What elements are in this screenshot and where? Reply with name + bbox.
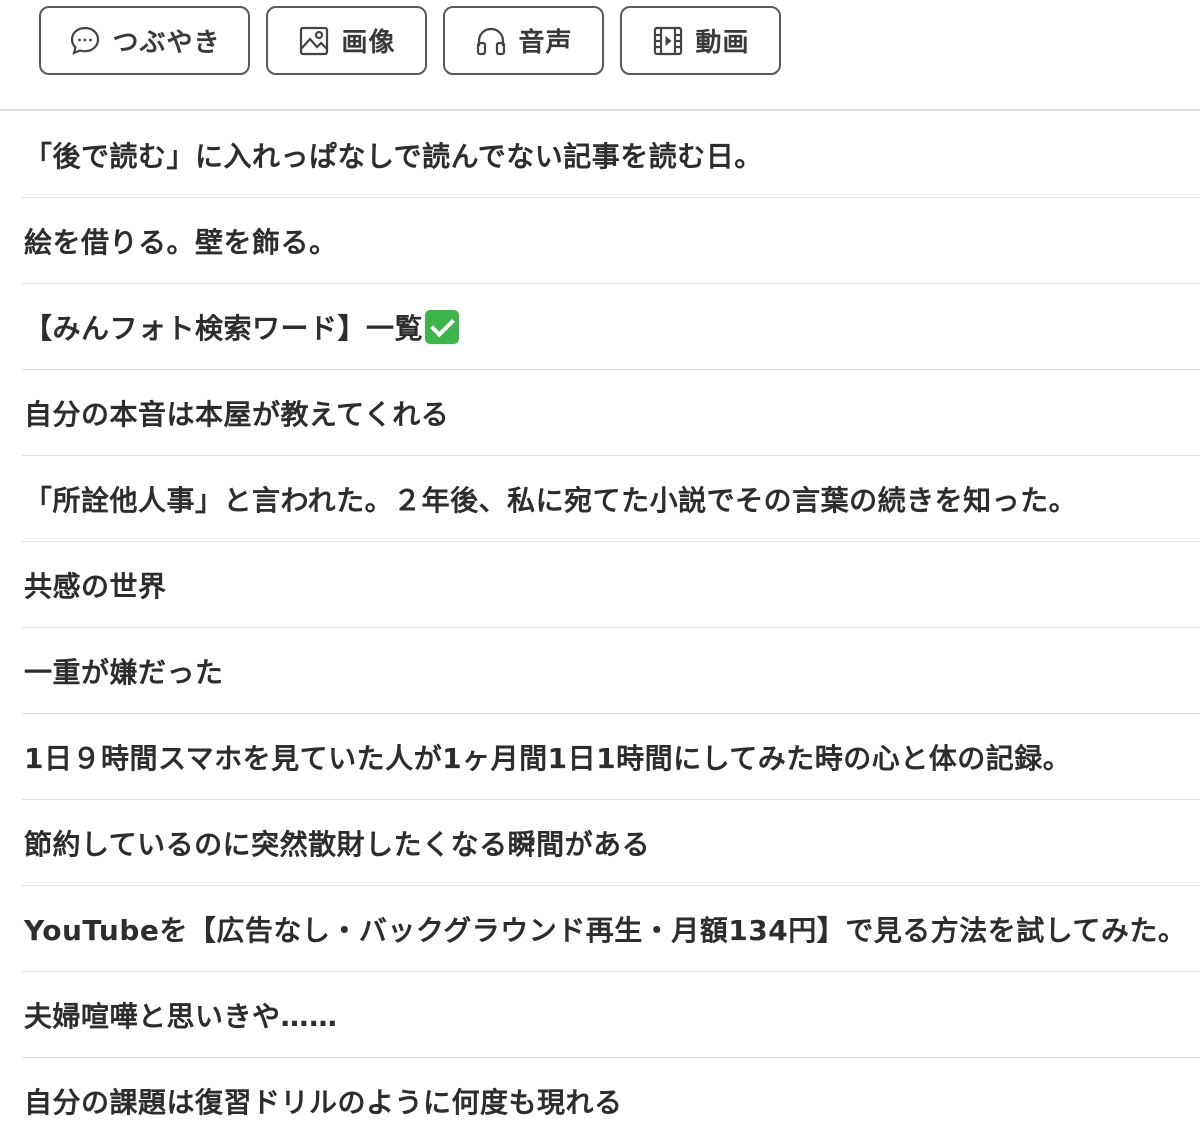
article-item[interactable]: 自分の課題は復習ドリルのように何度も現れる	[22, 1058, 1200, 1144]
image-button[interactable]: 画像	[266, 6, 427, 75]
video-button-label: 動画	[695, 28, 750, 58]
article-title: 「後で読む」に入れっぱなしで読んでない記事を読む日。	[24, 139, 763, 173]
article-item[interactable]: 自分の本音は本屋が教えてくれる	[22, 370, 1200, 456]
article-title: 1日９時間スマホを見ていた人が1ヶ月間1日1時間にしてみた時の心と体の記録。	[24, 741, 1072, 775]
article-item[interactable]: YouTubeを【広告なし・バックグラウンド再生・月額134円】で見る方法を試し…	[22, 886, 1200, 972]
article-item[interactable]: 「所詮他人事」と言われた。２年後、私に宛てた小説でその言葉の続きを知った。	[22, 456, 1200, 542]
article-title: 「所詮他人事」と言われた。２年後、私に宛てた小説でその言葉の続きを知った。	[24, 483, 1078, 517]
video-button[interactable]: 動画	[620, 6, 781, 75]
article-list: 「後で読む」に入れっぱなしで読んでない記事を読む日。 絵を借りる。壁を飾る。 【…	[22, 112, 1200, 1144]
post-type-toolbar: つぶやき 画像 音声 動画	[0, 0, 1200, 111]
audio-button[interactable]: 音声	[443, 6, 604, 75]
film-icon	[651, 24, 685, 58]
article-title: 自分の課題は復習ドリルのように何度も現れる	[24, 1086, 623, 1119]
article-title: 節約しているのに突然散財したくなる瞬間がある	[24, 827, 651, 861]
tweet-button-label: つぶやき	[112, 28, 221, 58]
article-title: 夫婦喧嘩と思いきや……	[24, 999, 338, 1033]
article-title: 絵を借りる。壁を飾る。	[24, 225, 338, 259]
image-icon	[297, 24, 331, 58]
article-item[interactable]: 一重が嫌だった	[22, 628, 1200, 714]
chat-bubble-icon	[68, 24, 102, 58]
article-item[interactable]: 夫婦喧嘩と思いきや……	[22, 972, 1200, 1058]
article-item[interactable]: 1日９時間スマホを見ていた人が1ヶ月間1日1時間にしてみた時の心と体の記録。	[22, 714, 1200, 800]
article-title: 一重が嫌だった	[24, 655, 224, 689]
tweet-button[interactable]: つぶやき	[39, 6, 250, 75]
article-item[interactable]: 絵を借りる。壁を飾る。	[22, 198, 1200, 284]
article-item[interactable]: 「後で読む」に入れっぱなしで読んでない記事を読む日。	[22, 112, 1200, 198]
image-button-label: 画像	[341, 28, 396, 58]
check-mark-icon	[425, 309, 460, 344]
article-title: 【みんフォト検索ワード】一覧	[24, 311, 424, 345]
article-item[interactable]: 節約しているのに突然散財したくなる瞬間がある	[22, 800, 1200, 886]
audio-button-label: 音声	[518, 28, 573, 58]
article-title: YouTubeを【広告なし・バックグラウンド再生・月額134円】で見る方法を試し…	[24, 913, 1187, 947]
article-title: 共感の世界	[24, 569, 167, 603]
article-item[interactable]: 【みんフォト検索ワード】一覧	[22, 284, 1200, 370]
article-title: 自分の本音は本屋が教えてくれる	[24, 397, 450, 431]
article-item[interactable]: 共感の世界	[22, 542, 1200, 628]
headphones-icon	[474, 24, 508, 58]
